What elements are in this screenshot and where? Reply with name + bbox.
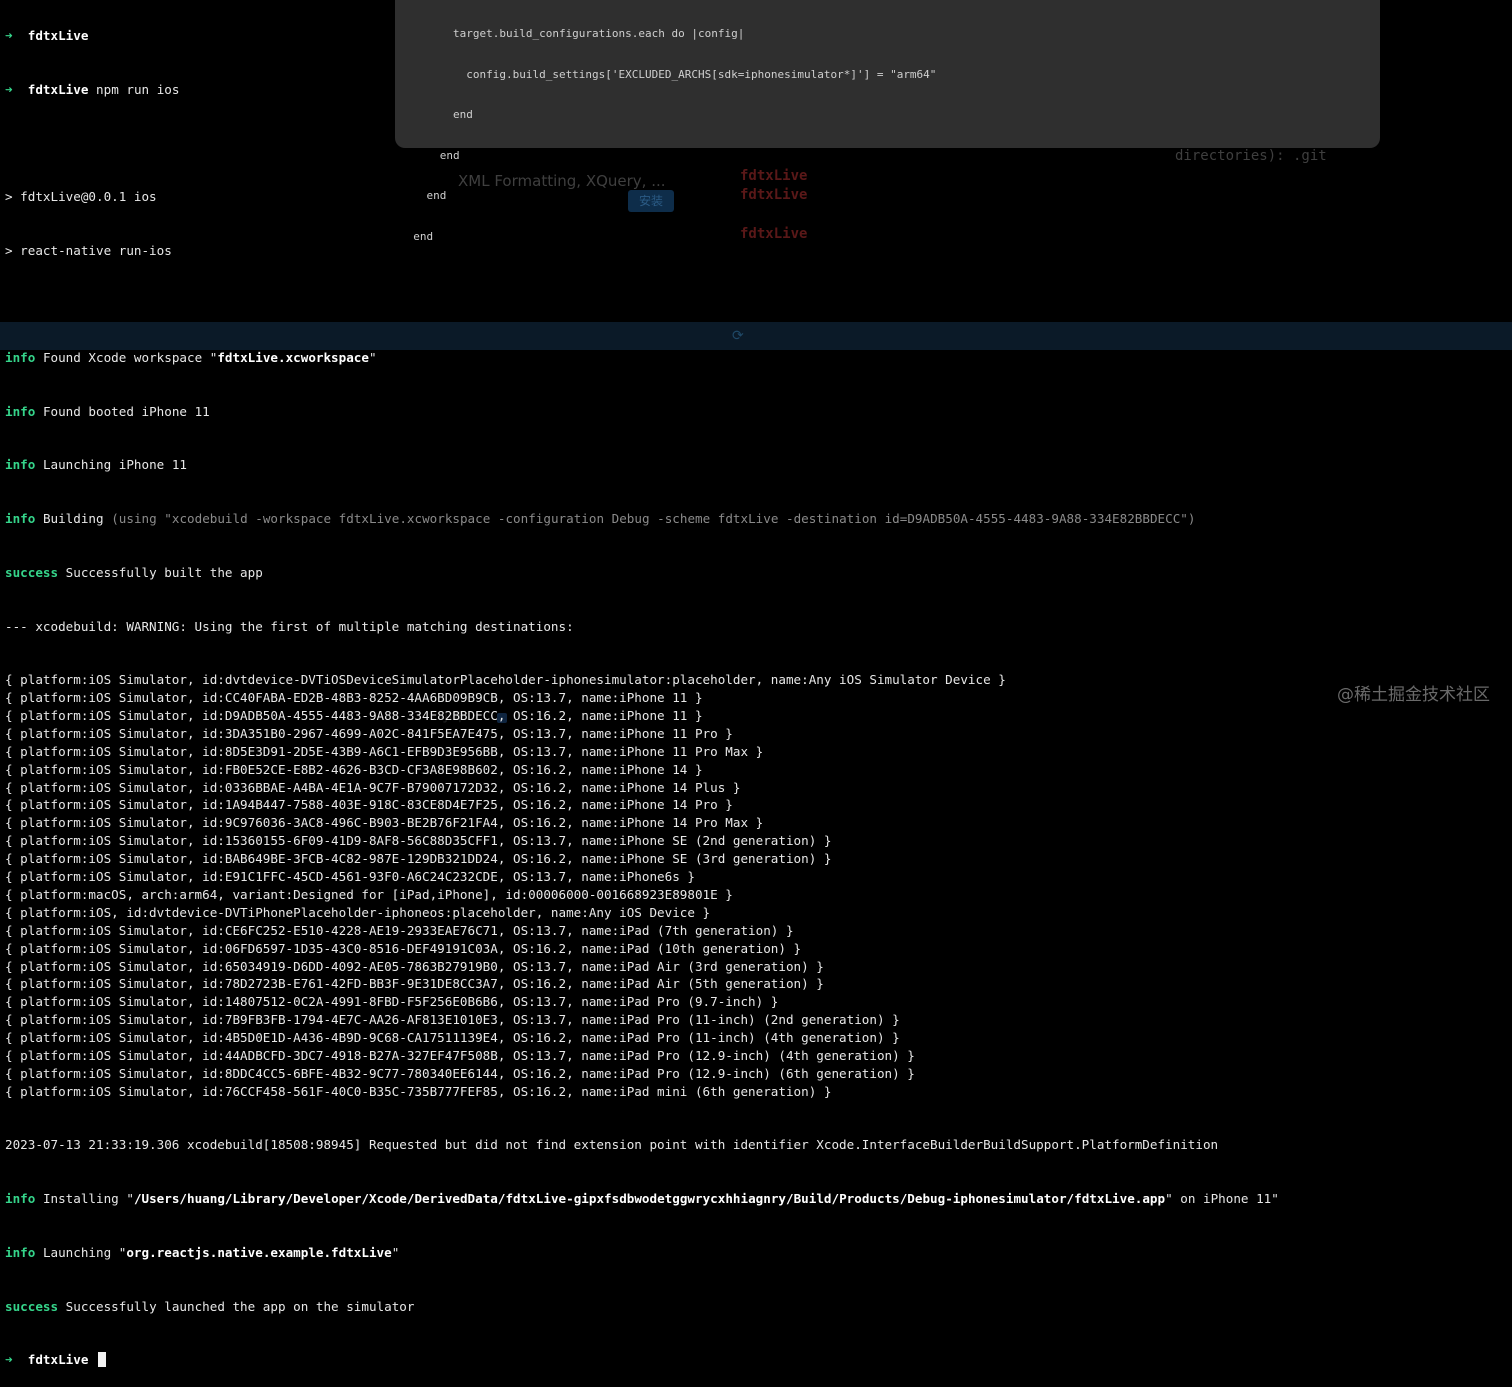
terminal-output[interactable]: ➜ fdtxLive ➜ fdtxLive npm run ios > fdtx…: [5, 0, 1510, 1387]
terminal-line: success Successfully launched the app on…: [5, 1298, 1510, 1316]
terminal-line: ➜ fdtxLive npm run ios: [5, 81, 1510, 99]
terminal-line: success Successfully built the app: [5, 564, 1510, 582]
destination-line: { platform:iOS Simulator, id:7B9FB3FB-17…: [5, 1012, 900, 1028]
terminal-line: > fdtxLive@0.0.1 ios: [5, 188, 157, 204]
destination-line: { platform:iOS Simulator, id:8D5E3D91-2D…: [5, 743, 764, 759]
terminal-line: --- xcodebuild: WARNING: Using the first…: [5, 618, 574, 634]
terminal-line: info Found Xcode workspace "fdtxLive.xcw…: [5, 349, 1510, 367]
destination-line: { platform:macOS, arch:arm64, variant:De…: [5, 886, 733, 902]
bundle-id: org.reactjs.native.example.fdtxLive: [126, 1244, 392, 1260]
info-tag: info: [5, 1244, 36, 1260]
terminal-line: info Installing "/Users/huang/Library/De…: [5, 1190, 1510, 1208]
destination-line: { platform:iOS Simulator, id:E91C1FFC-45…: [5, 869, 695, 885]
destination-line: { platform:iOS Simulator, id:06FD6597-1D…: [5, 940, 802, 956]
terminal-line: > react-native run-ios: [5, 242, 172, 258]
destination-line: { platform:iOS Simulator, id:44ADBCFD-3D…: [5, 1047, 915, 1063]
terminal-line: 2023-07-13 21:33:19.306 xcodebuild[18508…: [5, 1137, 1219, 1153]
destination-line: { platform:iOS Simulator, id:65034919-D6…: [5, 958, 824, 974]
log-text: Launching ": [42, 1244, 127, 1260]
destination-line: { platform:iOS Simulator, id:3DA351B0-29…: [5, 725, 733, 741]
info-tag: info: [5, 511, 36, 527]
watermark: @稀土掘金技术社区: [1337, 685, 1490, 705]
log-text: Launching iPhone 11: [42, 457, 187, 473]
workspace-name: fdtxLive.xcworkspace: [217, 350, 369, 366]
destination-line: { platform:iOS Simulator, id:8DDC4CC5-6B…: [5, 1065, 915, 1081]
info-tag: info: [5, 403, 36, 419]
prompt-cwd: fdtxLive: [27, 1352, 89, 1368]
terminal-line[interactable]: ➜ fdtxLive: [5, 1351, 1510, 1369]
terminal-line: ➜ fdtxLive: [5, 27, 1510, 45]
log-text: ": [391, 1244, 400, 1260]
destination-line: { platform:iOS Simulator, id:dvtdevice-D…: [5, 672, 1006, 688]
log-text: Successfully built the app: [65, 564, 263, 580]
info-tag: info: [5, 350, 36, 366]
text-cursor[interactable]: [98, 1352, 107, 1368]
command-text: npm run ios: [96, 81, 180, 97]
destination-line: { platform:iOS Simulator, id:78D2723B-E7…: [5, 976, 824, 992]
log-text: " on iPhone 11": [1165, 1191, 1279, 1207]
prompt-cwd: fdtxLive: [27, 27, 89, 43]
info-tag: info: [5, 1191, 36, 1207]
prompt-arrow-icon: ➜: [5, 81, 13, 97]
destination-line: { platform:iOS Simulator, id:CC40FABA-ED…: [5, 690, 703, 706]
log-text: Found Xcode workspace ": [42, 350, 218, 366]
destination-line: { platform:iOS Simulator, id:FB0E52CE-E8…: [5, 761, 703, 777]
destination-line: { platform:iOS Simulator, id:14807512-0C…: [5, 994, 779, 1010]
destination-line: { platform:iOS Simulator, id:CE6FC252-E5…: [5, 922, 794, 938]
log-text: Successfully launched the app on the sim…: [65, 1298, 415, 1314]
prompt-arrow-icon: ➜: [5, 1352, 13, 1368]
log-text: Installing ": [42, 1191, 134, 1207]
destination-line: { platform:iOS Simulator, id:1A94B447-75…: [5, 797, 733, 813]
prompt-arrow-icon: ➜: [5, 27, 13, 43]
install-path: /Users/huang/Library/Developer/Xcode/Der…: [133, 1191, 1166, 1207]
destination-line: { platform:iOS Simulator, id:0336BBAE-A4…: [5, 779, 741, 795]
destination-line: { platform:iOS Simulator, id:15360155-6F…: [5, 833, 832, 849]
destination-line: { platform:iOS Simulator, id:D9ADB50A-45…: [5, 708, 703, 724]
build-command: (using "xcodebuild -workspace fdtxLive.x…: [111, 511, 1196, 527]
log-text: Found booted iPhone 11: [42, 403, 210, 419]
terminal-line: info Launching "org.reactjs.native.examp…: [5, 1244, 1510, 1262]
success-tag: success: [5, 564, 59, 580]
destination-list: { platform:iOS Simulator, id:dvtdevice-D…: [5, 671, 1510, 1100]
destination-line: { platform:iOS Simulator, id:76CCF458-56…: [5, 1083, 832, 1099]
destination-line: { platform:iOS Simulator, id:BAB649BE-3F…: [5, 851, 832, 867]
terminal-line: info Launching iPhone 11: [5, 456, 1510, 474]
destination-line: { platform:iOS Simulator, id:9C976036-3A…: [5, 815, 764, 831]
prompt-cwd: fdtxLive: [27, 81, 89, 97]
log-text: Building: [42, 511, 104, 527]
terminal-line: info Building (using "xcodebuild -worksp…: [5, 510, 1510, 528]
destination-line: { platform:iOS Simulator, id:4B5D0E1D-A4…: [5, 1030, 900, 1046]
info-tag: info: [5, 457, 36, 473]
success-tag: success: [5, 1298, 59, 1314]
destination-line: { platform:iOS, id:dvtdevice-DVTiPhonePl…: [5, 904, 711, 920]
terminal-line: info Found booted iPhone 11: [5, 403, 1510, 421]
log-text: ": [368, 350, 377, 366]
